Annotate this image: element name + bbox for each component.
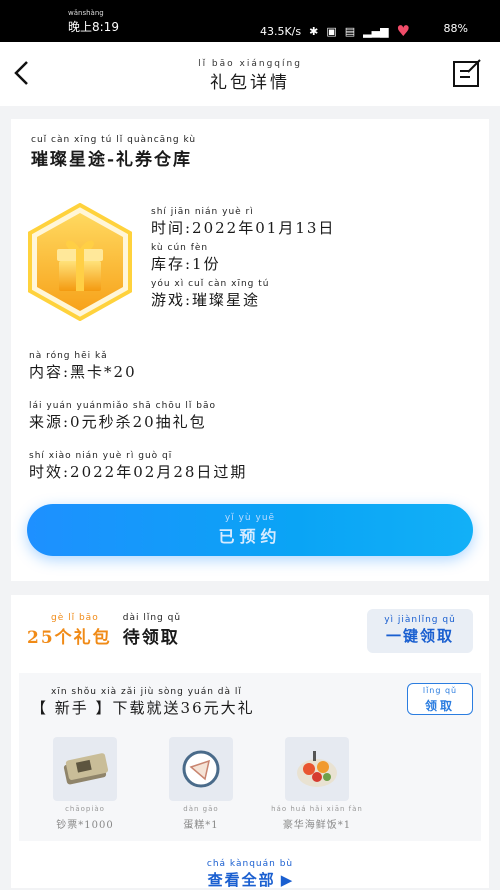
reward-name: 钞票*1000 xyxy=(56,820,114,831)
reserved-button-label: 已预约 xyxy=(218,527,282,546)
packs-count-pinyin: gè lǐ bāo xyxy=(51,613,99,623)
nav-bar: lǐ bāo xiángqíng 礼包详情 xyxy=(0,42,500,106)
hd-icon: ▤ xyxy=(344,24,356,38)
alarm-icon: ▣ xyxy=(326,24,337,38)
newbie-pack-title: xīn shǒu xià zǎi jiù sòng yuán dà lǐ 【 新… xyxy=(31,687,255,718)
pack-time: shí jiān nián yuè rì 时间:2022年01月13日 xyxy=(151,207,335,238)
claim-all-button[interactable]: yì jiànlǐng qǔ 一键领取 xyxy=(367,609,473,653)
pack-time-text: 时间:2022年01月13日 xyxy=(151,219,336,237)
pack-validity-text: 时效:2022年02月28日过期 xyxy=(29,463,248,481)
pack-validity-pinyin: shí xiào nián yuè rì guò qī xyxy=(29,451,173,461)
network-speed: 43.5K/s xyxy=(259,24,302,38)
reward-name: 蛋糕*1 xyxy=(183,820,219,831)
chevron-right-icon: ▶ xyxy=(280,871,293,889)
pack-game-pinyin: yóu xì cuǐ càn xīng tú xyxy=(151,279,270,289)
pack-game-text: 游戏:璀璨星途 xyxy=(151,291,261,309)
pending-group: dài lǐng qǔ 待领取 xyxy=(123,613,181,648)
pack-stock-pinyin: kù cún fèn xyxy=(151,243,209,253)
pack-game: yóu xì cuǐ càn xīng tú 游戏:璀璨星途 xyxy=(151,279,269,310)
pack-source-pinyin: lái yuán yuánmiǎo shā chōu lǐ bāo xyxy=(29,401,216,411)
pack-source: lái yuán yuánmiǎo shā chōu lǐ bāo 来源:0元秒… xyxy=(29,401,216,432)
pack-name-pinyin: cuǐ càn xīng tú lǐ quàncāng kù xyxy=(31,135,197,145)
gift-hexagon-icon xyxy=(28,203,132,321)
bluetooth-icon: ✱ xyxy=(309,24,319,38)
see-all-label: 查看全部 xyxy=(207,871,276,889)
newbie-pack: xīn shǒu xià zǎi jiù sòng yuán dà lǐ 【 新… xyxy=(19,673,481,841)
pack-time-pinyin: shí jiān nián yuè rì xyxy=(151,207,254,217)
pack-validity: shí xiào nián yuè rì guò qī 时效:2022年02月2… xyxy=(29,451,247,482)
reserved-button[interactable]: yǐ yù yuē 已预约 xyxy=(27,504,473,556)
pack-detail-card: cuǐ càn xīng tú lǐ quàncāng kù 璀璨星途-礼券仓库… xyxy=(11,119,489,581)
battery-level: 88% xyxy=(443,22,468,35)
status-time: 晚上8:19 xyxy=(68,20,119,34)
packs-count-text: 25个礼包 xyxy=(27,628,112,648)
pending-text: 待领取 xyxy=(122,628,180,648)
reserved-button-pinyin: yǐ yù yuē xyxy=(224,513,276,523)
claim-button[interactable]: lǐng qǔ 领取 xyxy=(407,683,473,715)
reward-name: 豪华海鲜饭*1 xyxy=(282,820,352,831)
claim-all-label: 一键领取 xyxy=(385,627,454,645)
claim-button-label: 领取 xyxy=(424,699,455,713)
reward-item: háo huá hǎi xiān fàn 豪华海鲜饭*1 xyxy=(269,737,365,832)
pack-name: cuǐ càn xīng tú lǐ quàncāng kù 璀璨星途-礼券仓库 xyxy=(31,135,196,170)
status-icons: 43.5K/s ✱ ▣ ▤ ▂▄▆ ♥ xyxy=(260,22,410,40)
claim-button-pinyin: lǐng qǔ xyxy=(422,686,458,695)
heart-icon: ♥ xyxy=(396,22,410,40)
pending-pinyin: dài lǐng qǔ xyxy=(122,613,182,623)
pack-source-text: 来源:0元秒杀20抽礼包 xyxy=(29,413,207,431)
claim-all-pinyin: yì jiànlǐng qǔ xyxy=(384,615,456,625)
newbie-pack-title-text: 【 新手 】下载就送36元大礼 xyxy=(31,699,255,717)
packs-card: gè lǐ bāo 25个礼包 dài lǐng qǔ 待领取 yì jiànl… xyxy=(11,595,489,890)
cake-icon xyxy=(169,737,233,801)
pack-stock: kù cún fèn 库存:1份 xyxy=(151,243,221,274)
reward-pinyin: chāopiào xyxy=(65,805,105,813)
newbie-pack-title-pinyin: xīn shǒu xià zǎi jiù sòng yuán dà lǐ xyxy=(51,687,242,697)
reward-pinyin: háo huá hǎi xiān fàn xyxy=(271,805,363,813)
pack-content-text: 内容:黑卡*20 xyxy=(29,363,137,381)
reward-item: dàn gāo 蛋糕*1 xyxy=(153,737,249,832)
cash-icon xyxy=(53,737,117,801)
pack-content: nà róng hēi kǎ 内容:黑卡*20 xyxy=(29,351,137,382)
see-all-link[interactable]: chá kànquán bù 查看全部 ▶ xyxy=(11,859,489,890)
edit-note-icon[interactable] xyxy=(452,58,482,88)
pack-name-text: 璀璨星途-礼券仓库 xyxy=(31,150,193,170)
reward-item: chāopiào 钞票*1000 xyxy=(37,737,133,832)
pack-content-pinyin: nà róng hēi kǎ xyxy=(29,351,108,361)
packs-count: gè lǐ bāo 25个礼包 dài lǐng qǔ 待领取 xyxy=(27,613,181,648)
packs-count-group: gè lǐ bāo 25个礼包 xyxy=(27,613,112,648)
seafood-rice-icon xyxy=(285,737,349,801)
pack-stock-text: 库存:1份 xyxy=(151,255,221,273)
status-bar: wǎnshàng 晚上8:19 43.5K/s ✱ ▣ ▤ ▂▄▆ ♥ 88% xyxy=(0,0,500,42)
signal-icon: ▂▄▆ xyxy=(363,24,389,38)
status-time-pinyin: wǎnshàng xyxy=(68,9,104,17)
see-all-pinyin: chá kànquán bù xyxy=(206,859,294,869)
page-title: 礼包详情 xyxy=(210,73,290,93)
reward-pinyin: dàn gāo xyxy=(183,805,219,813)
